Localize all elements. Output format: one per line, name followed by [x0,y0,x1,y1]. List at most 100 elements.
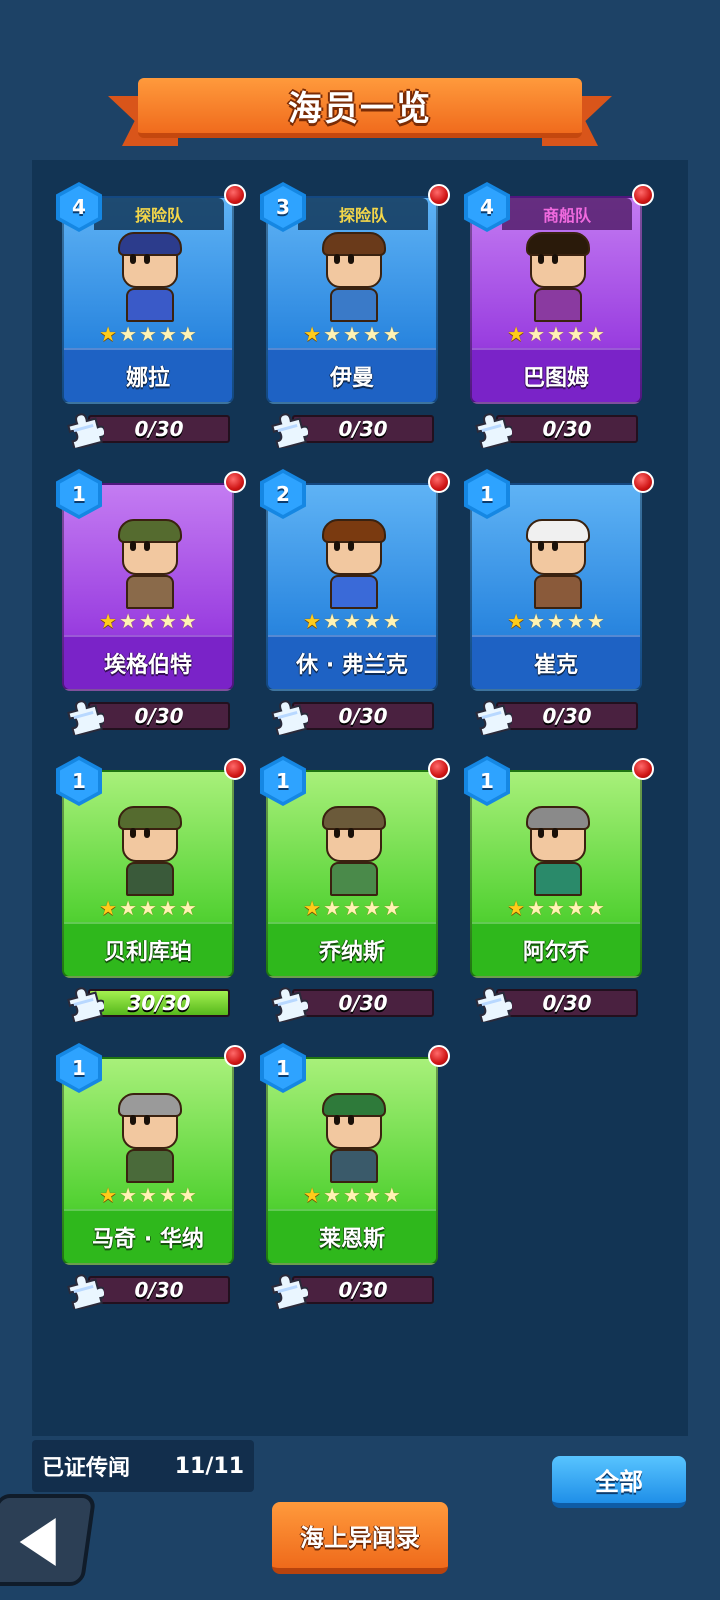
star-empty-icon: ★ [547,322,565,346]
fragment-count: 0/30 [338,704,388,728]
character-eye [538,541,544,551]
star-filled-icon: ★ [303,609,322,633]
crew-card[interactable]: ★ ★ ★ ★ ★ 崔克 1 [464,469,654,691]
filter-all-button[interactable]: 全部 [552,1456,686,1508]
crew-team-tag: 商船队 [502,198,632,230]
back-button[interactable] [0,1494,97,1586]
crew-card[interactable]: ★ ★ ★ ★ ★ 娜拉 探险队 4 [56,182,246,404]
crew-card[interactable]: ★ ★ ★ ★ ★ 埃格伯特 1 [56,469,246,691]
crew-name: 崔克 [533,653,578,678]
character-eye [130,1115,136,1125]
crew-card[interactable]: ★ ★ ★ ★ ★ 阿尔乔 1 [464,756,654,978]
character-eye [348,254,354,264]
character-headwear [322,519,386,543]
star-empty-icon: ★ [323,1183,342,1207]
notification-dot-icon [224,1045,246,1067]
crew-nameplate: 崔克 [472,635,640,689]
crew-card[interactable]: ★ ★ ★ ★ ★ 马奇 · 华纳 1 [56,1043,246,1265]
crew-character-art [314,232,394,324]
star-empty-icon: ★ [566,609,585,633]
star-empty-icon: ★ [382,322,401,346]
star-empty-icon: ★ [343,609,361,633]
sea-stories-button[interactable]: 海上异闻录 [272,1502,448,1574]
crew-name: 巴图姆 [522,366,589,391]
character-headwear [526,519,590,543]
character-eye [538,254,544,264]
puzzle-piece-icon [271,413,308,448]
crew-name: 贝利库珀 [103,940,192,965]
star-empty-icon: ★ [343,1183,361,1207]
crew-card[interactable]: ★ ★ ★ ★ ★ 巴图姆 商船队 4 [464,182,654,404]
character-headwear [526,806,590,830]
notification-dot-icon [224,758,246,780]
star-empty-icon: ★ [178,609,197,633]
crew-character-art [110,232,190,324]
character-eye [348,828,354,838]
star-filled-icon: ★ [507,896,526,920]
star-empty-icon: ★ [158,322,177,346]
character-body [330,575,378,609]
crew-name: 休 · 弗兰克 [296,653,408,678]
character-body [534,288,582,322]
crew-nameplate: 娜拉 [64,348,232,402]
puzzle-piece-icon [475,987,512,1022]
crew-card[interactable]: ★ ★ ★ ★ ★ 乔纳斯 1 [260,756,450,978]
star-empty-icon: ★ [382,609,401,633]
crew-team-tag: 探险队 [94,198,224,230]
character-body [126,1149,174,1183]
crew-character-art [518,806,598,898]
puzzle-piece-icon [67,1274,104,1309]
star-empty-icon: ★ [158,609,177,633]
character-eye [144,1115,150,1125]
character-eye [348,541,354,551]
star-empty-icon: ★ [547,896,565,920]
star-empty-icon: ★ [323,609,342,633]
crew-grid-panel: ★ ★ ★ ★ ★ 娜拉 探险队 4 0/30 ★ ★ ★ ★ ★ 伊曼 探险队 3 0/30 ★ ★ ★ ★ ★ 巴图姆 商船… [32,160,688,1436]
crew-nameplate: 贝利库珀 [64,922,232,976]
crew-card[interactable]: ★ ★ ★ ★ ★ 莱恩斯 1 [260,1043,450,1265]
star-rating: ★ ★ ★ ★ ★ [64,896,232,920]
character-eye [130,828,136,838]
notification-dot-icon [428,184,450,206]
crew-character-art [110,519,190,611]
crew-character-art [110,806,190,898]
character-body [126,862,174,896]
star-filled-icon: ★ [507,609,526,633]
star-empty-icon: ★ [566,322,585,346]
star-empty-icon: ★ [178,1183,197,1207]
puzzle-piece-icon [475,700,512,735]
fragment-count: 0/30 [542,991,592,1015]
star-empty-icon: ★ [139,609,157,633]
crew-character-art [314,806,394,898]
crew-character-art [518,519,598,611]
fragment-progress: 0/30 [474,412,638,448]
title-banner: 海员一览 [108,78,612,148]
crew-card[interactable]: ★ ★ ★ ★ ★ 贝利库珀 1 [56,756,246,978]
character-body [126,575,174,609]
star-empty-icon: ★ [547,609,565,633]
fragment-progress: 0/30 [270,1273,434,1309]
star-empty-icon: ★ [158,1183,177,1207]
star-rating: ★ ★ ★ ★ ★ [472,609,640,633]
crew-card[interactable]: ★ ★ ★ ★ ★ 伊曼 探险队 3 [260,182,450,404]
puzzle-piece-icon [67,700,104,735]
banner-main: 海员一览 [138,78,582,138]
crew-name: 娜拉 [125,366,170,391]
fragment-count: 0/30 [134,417,184,441]
notification-dot-icon [224,184,246,206]
crew-card[interactable]: ★ ★ ★ ★ ★ 休 · 弗兰克 2 [260,469,450,691]
star-empty-icon: ★ [382,1183,401,1207]
notification-dot-icon [428,1045,450,1067]
fragment-count: 0/30 [542,704,592,728]
star-rating: ★ ★ ★ ★ ★ [64,1183,232,1207]
fragment-count: 0/30 [134,704,184,728]
character-body [330,1149,378,1183]
fragment-progress: 0/30 [270,412,434,448]
character-headwear [118,1093,182,1117]
character-eye [144,541,150,551]
character-eye [334,828,340,838]
character-headwear [118,232,182,256]
level-value: 3 [276,195,290,219]
character-eye [348,1115,354,1125]
star-empty-icon: ★ [323,896,342,920]
